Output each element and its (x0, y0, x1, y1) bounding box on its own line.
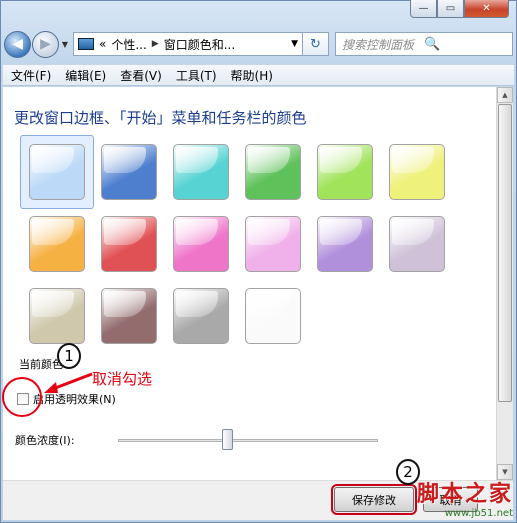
breadcrumb-window-color[interactable]: 窗口颜色和... (164, 36, 235, 53)
color-swatch[interactable] (29, 216, 85, 272)
watermark-logo: 脚本之家 (416, 482, 513, 507)
chevron-down-icon: ▼ (61, 39, 69, 49)
content-area: 更改窗口边框、「开始」菜单和任务栏的颜色 当前颜色: 启用透明效果(N) 颜色浓… (3, 87, 496, 480)
watermark-url: www.jb51.net (444, 508, 513, 519)
search-input[interactable]: 搜索控制面板 (342, 36, 424, 53)
color-swatch[interactable] (317, 144, 373, 200)
menu-bar: 文件(F) 编辑(E) 查看(V) 工具(T) 帮助(H) (3, 64, 514, 86)
intensity-slider-track[interactable] (118, 439, 378, 442)
annotation-circle (2, 377, 42, 417)
color-swatch[interactable] (245, 288, 301, 344)
breadcrumb-separator-icon[interactable]: ▶ (152, 39, 159, 49)
forward-arrow-icon: ▶ (40, 36, 51, 52)
refresh-button[interactable]: ↻ (303, 32, 329, 56)
annotation-arrow-icon (44, 372, 93, 393)
caption-buttons: — ▭ ✕ (410, 0, 509, 18)
color-swatch[interactable] (389, 144, 445, 200)
address-dropdown-icon[interactable]: ▼ (291, 39, 298, 49)
color-swatch[interactable] (389, 216, 445, 272)
color-swatch[interactable] (173, 216, 229, 272)
color-swatch[interactable] (173, 288, 229, 344)
color-swatch[interactable] (173, 144, 229, 200)
intensity-slider-thumb[interactable] (222, 429, 234, 450)
maximize-button[interactable]: ▭ (437, 0, 464, 18)
color-swatch[interactable] (29, 144, 85, 200)
forward-button[interactable]: ▶ (32, 30, 59, 58)
color-swatch[interactable] (101, 288, 157, 344)
refresh-icon: ↻ (310, 36, 321, 52)
menu-tools[interactable]: 工具(T) (176, 67, 217, 84)
back-arrow-icon: ◀ (12, 36, 23, 52)
menu-file[interactable]: 文件(F) (11, 67, 51, 84)
scroll-up-icon[interactable]: ▲ (497, 87, 513, 103)
color-swatch[interactable] (101, 216, 157, 272)
navigation-bar: ◀ ▶ ▼ « 个性... ▶ 窗口颜色和... ▼ ↻ 搜索控制面板 🔍 (4, 28, 513, 60)
back-button[interactable]: ◀ (4, 30, 31, 58)
breadcrumb-overflow[interactable]: « (99, 37, 106, 51)
address-bar[interactable]: « 个性... ▶ 窗口颜色和... ▼ (73, 32, 303, 56)
annotation-marker-1: 1 (57, 343, 81, 369)
menu-help[interactable]: 帮助(H) (231, 67, 273, 84)
scrollbar-thumb[interactable] (498, 104, 512, 402)
annotation-text: 取消勾选 (92, 370, 153, 388)
save-changes-button[interactable]: 保存修改 (331, 484, 417, 515)
page-title: 更改窗口边框、「开始」菜单和任务栏的颜色 (14, 109, 307, 127)
menu-view[interactable]: 查看(V) (120, 67, 162, 84)
color-swatch[interactable] (317, 216, 373, 272)
breadcrumb-personalization[interactable]: 个性... (111, 36, 146, 53)
watermark: 脚本之家 www.jb51.net (417, 476, 513, 519)
menu-edit[interactable]: 编辑(E) (65, 67, 106, 84)
color-swatch[interactable] (101, 144, 157, 200)
vertical-scrollbar[interactable]: ▲ ▼ (496, 87, 513, 480)
search-box[interactable]: 搜索控制面板 🔍 (335, 32, 513, 56)
close-button[interactable]: ✕ (464, 0, 509, 18)
recent-pages-dropdown[interactable]: ▼ (59, 40, 71, 49)
minimize-button[interactable]: — (410, 0, 437, 18)
color-swatch[interactable] (245, 216, 301, 272)
intensity-label: 颜色浓度(I): (15, 434, 75, 447)
color-swatch[interactable] (245, 144, 301, 200)
color-swatch[interactable] (29, 288, 85, 344)
control-panel-icon (78, 38, 94, 50)
search-icon[interactable]: 🔍 (424, 37, 506, 52)
